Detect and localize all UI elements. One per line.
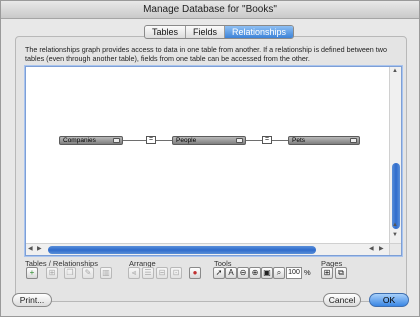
- scroll-up-icon[interactable]: ▲: [392, 68, 398, 74]
- vertical-scroll-thumb[interactable]: [392, 163, 400, 229]
- page-setup-icon[interactable]: ⧉: [335, 267, 347, 279]
- tab-fields[interactable]: Fields: [186, 26, 226, 38]
- align-center-icon[interactable]: ☰: [142, 267, 154, 279]
- tab-bar: Tables Fields Relationships: [144, 25, 295, 39]
- resize-icon[interactable]: ⊡: [170, 267, 182, 279]
- color-icon[interactable]: ●: [189, 267, 201, 279]
- relationship-equals-icon[interactable]: =: [262, 136, 272, 144]
- horizontal-scroll-thumb[interactable]: [48, 246, 316, 254]
- ok-button[interactable]: OK: [369, 293, 409, 307]
- relationships-description: The relationships graph provides access …: [25, 45, 387, 63]
- add-relationship-icon[interactable]: ⊞: [46, 267, 58, 279]
- table-occurrence-companies[interactable]: Companies: [59, 136, 123, 145]
- add-table-icon[interactable]: +: [26, 267, 38, 279]
- scroll-left-icon[interactable]: ◀: [369, 245, 374, 252]
- zoom-percentage-field[interactable]: 100: [286, 267, 302, 279]
- relationship-line: [272, 140, 288, 141]
- tab-relationships[interactable]: Relationships: [225, 26, 294, 38]
- manage-database-window: Manage Database for "Books" Tables Field…: [0, 0, 420, 317]
- tab-tables[interactable]: Tables: [145, 26, 187, 38]
- edit-icon[interactable]: ✎: [82, 267, 94, 279]
- zoom-percent-sign: %: [304, 268, 311, 277]
- table-occurrence-pets[interactable]: Pets: [288, 136, 360, 145]
- relationships-graph[interactable]: Companies = People = Pets ▲ ▲ ▼ ◀ ▶ ◀ ▶: [25, 66, 402, 256]
- zoom-out-icon[interactable]: ⊖: [237, 267, 249, 279]
- table-menu-icon[interactable]: [236, 138, 243, 143]
- align-left-icon[interactable]: ⫷: [128, 267, 140, 279]
- zoom-in-icon[interactable]: ⊕: [249, 267, 261, 279]
- table-occurrence-people[interactable]: People: [172, 136, 246, 145]
- window-title: Manage Database for "Books": [1, 1, 419, 19]
- cancel-button[interactable]: Cancel: [323, 293, 361, 307]
- table-name: Pets: [292, 137, 306, 144]
- pointer-tool-icon[interactable]: ➚: [213, 267, 225, 279]
- scroll-right-icon[interactable]: ▶: [379, 245, 384, 252]
- table-menu-icon[interactable]: [113, 138, 120, 143]
- relationship-line: [122, 140, 146, 141]
- relationship-line: [245, 140, 262, 141]
- vertical-scrollbar[interactable]: ▲ ▲ ▼: [389, 67, 401, 243]
- table-menu-icon[interactable]: [350, 138, 357, 143]
- text-tool-icon[interactable]: A: [225, 267, 237, 279]
- fit-to-window-icon[interactable]: ▣: [261, 267, 273, 279]
- duplicate-icon[interactable]: ❐: [64, 267, 76, 279]
- scroll-corner: [389, 243, 401, 255]
- scroll-left-icon[interactable]: ◀: [28, 245, 33, 252]
- horizontal-scrollbar[interactable]: ◀ ▶ ◀ ▶: [26, 243, 390, 255]
- delete-icon[interactable]: ▥: [100, 267, 112, 279]
- scroll-up-icon[interactable]: ▲: [392, 222, 398, 228]
- print-button[interactable]: Print...: [12, 293, 52, 307]
- scroll-down-icon[interactable]: ▼: [392, 232, 398, 238]
- page-breaks-icon[interactable]: ⊞: [321, 267, 333, 279]
- magnifier-icon[interactable]: ⌕: [273, 267, 285, 279]
- relationship-line: [156, 140, 172, 141]
- relationship-equals-icon[interactable]: =: [146, 136, 156, 144]
- table-name: Companies: [63, 137, 96, 144]
- scroll-right-icon[interactable]: ▶: [37, 245, 42, 252]
- table-name: People: [176, 137, 197, 144]
- distribute-icon[interactable]: ⊟: [156, 267, 168, 279]
